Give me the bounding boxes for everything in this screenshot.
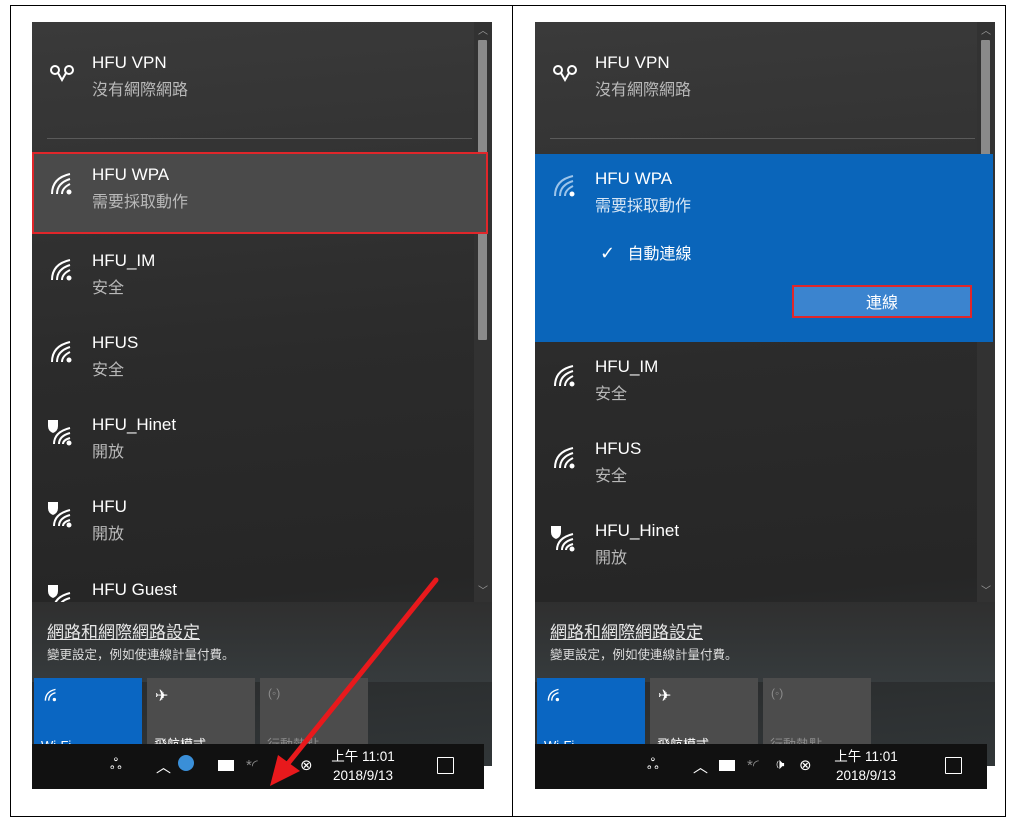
network-item-hfu[interactable]: HFU 開放 bbox=[32, 484, 472, 564]
volume-icon[interactable]: 🕩 bbox=[775, 756, 784, 773]
network-settings-link[interactable]: 網路和網際網路設定 bbox=[550, 618, 703, 643]
scroll-up-arrow-icon[interactable]: ︿ bbox=[977, 24, 995, 40]
network-item-vpn[interactable]: HFU VPN 沒有網際網路 bbox=[32, 40, 472, 120]
time: 上午 11:01 bbox=[331, 749, 395, 764]
hotspot-icon: (◦) bbox=[771, 686, 784, 700]
wifi-icon bbox=[547, 688, 560, 702]
wifi-shield-icon bbox=[48, 420, 72, 446]
network-name: HFU bbox=[92, 497, 127, 516]
network-item-hfu-wpa-expanded[interactable]: HFU WPA 需要採取動作 ✓ 自動連線 連線 bbox=[535, 154, 993, 342]
network-item-hfu-hinet[interactable]: HFU_Hinet 開放 bbox=[535, 508, 975, 588]
network-status: 安全 bbox=[595, 386, 628, 403]
action-center-icon[interactable] bbox=[437, 757, 454, 774]
network-name: HFUS bbox=[595, 439, 642, 458]
time: 上午 11:01 bbox=[834, 749, 898, 764]
checkmark-icon: ✓ bbox=[600, 243, 616, 263]
airplane-icon: ✈ bbox=[155, 688, 169, 705]
network-status: 沒有網際網路 bbox=[595, 82, 692, 99]
wifi-shield-icon bbox=[48, 502, 72, 528]
battery-icon[interactable] bbox=[218, 760, 234, 771]
vpn-icon bbox=[553, 65, 577, 83]
wifi-icon bbox=[554, 365, 575, 387]
clock[interactable]: 上午 11:01 2018/9/13 bbox=[825, 747, 907, 785]
network-name: HFU_Hinet bbox=[92, 415, 177, 434]
error-icon[interactable]: ⊗ bbox=[300, 756, 313, 774]
highlight-box bbox=[32, 152, 488, 234]
network-item-hfu-im[interactable]: HFU_IM 安全 bbox=[535, 344, 975, 424]
network-flyout-left: ︿ ﹀ HFU VPN 沒有網際網路 HFU WPA 需要採取動作 HFU_IM… bbox=[32, 22, 492, 766]
network-name: HFU_Hinet bbox=[595, 521, 680, 540]
scroll-down-arrow-icon[interactable]: ﹀ bbox=[977, 584, 995, 600]
action-center-icon[interactable] bbox=[945, 757, 962, 774]
network-name: HFUS bbox=[92, 333, 139, 352]
wifi-icon bbox=[554, 447, 575, 469]
network-name: HFU WPA bbox=[595, 169, 673, 188]
battery-icon[interactable] bbox=[719, 760, 735, 771]
wifi-icon bbox=[554, 175, 575, 197]
clock[interactable]: 上午 11:01 2018/9/13 bbox=[322, 747, 404, 785]
date: 2018/9/13 bbox=[332, 768, 394, 783]
error-icon[interactable]: ⊗ bbox=[799, 756, 812, 774]
network-item-hfu-im[interactable]: HFU_IM 安全 bbox=[32, 238, 472, 318]
connect-button[interactable]: 連線 bbox=[792, 285, 972, 318]
vpn-icon bbox=[50, 65, 74, 83]
network-name: HFU_IM bbox=[92, 251, 156, 270]
airplane-icon: ✈ bbox=[658, 688, 672, 705]
network-settings-description: 變更設定，例如使連線計量付費。 bbox=[47, 648, 235, 662]
scrollbar[interactable]: ︿ ﹀ bbox=[474, 22, 492, 602]
scroll-down-arrow-icon[interactable]: ﹀ bbox=[474, 584, 492, 600]
network-status: 沒有網際網路 bbox=[92, 82, 189, 99]
network-status: 開放 bbox=[595, 550, 628, 567]
network-status: 開放 bbox=[92, 444, 125, 461]
taskbar-left: ஃ ︿ *◜ 🕩 ⊗ 上午 11:01 2018/9/13 bbox=[32, 744, 484, 789]
taskbar-right: ஃ ︿ *◜ 🕩 ⊗ 上午 11:01 2018/9/13 bbox=[535, 744, 987, 789]
network-settings-description: 變更設定，例如使連線計量付費。 bbox=[550, 648, 738, 662]
people-icon[interactable]: ஃ bbox=[110, 756, 122, 775]
app-tray-icon[interactable] bbox=[178, 755, 194, 771]
show-hidden-icons-chevron-icon[interactable]: ︿ bbox=[693, 756, 708, 777]
wifi-tray-icon[interactable]: *◜ bbox=[246, 756, 258, 774]
auto-connect-checkbox[interactable]: ✓ 自動連線 bbox=[600, 240, 692, 264]
divider bbox=[550, 138, 975, 139]
network-status: 開放 bbox=[92, 526, 125, 543]
wifi-icon bbox=[51, 341, 72, 363]
hotspot-icon: (◦) bbox=[268, 686, 281, 700]
network-status: 安全 bbox=[92, 362, 125, 379]
wifi-shield-icon bbox=[551, 526, 575, 552]
network-name: HFU VPN bbox=[92, 53, 167, 72]
people-icon[interactable]: ஃ bbox=[647, 756, 659, 775]
show-hidden-icons-chevron-icon[interactable]: ︿ bbox=[156, 756, 171, 777]
wifi-icon bbox=[44, 688, 57, 702]
network-flyout-right: ︿ ﹀ HFU VPN 沒有網際網路 HFU WPA 需要採取動作 ✓ 自動連線… bbox=[535, 22, 995, 766]
network-status: 需要採取動作 bbox=[595, 198, 692, 215]
network-item-hfus[interactable]: HFUS 安全 bbox=[535, 426, 975, 506]
network-status: 安全 bbox=[595, 468, 628, 485]
network-name: HFU VPN bbox=[595, 53, 670, 72]
scroll-up-arrow-icon[interactable]: ︿ bbox=[474, 24, 492, 40]
wifi-icon bbox=[51, 259, 72, 281]
volume-icon[interactable]: 🕩 bbox=[276, 756, 285, 773]
auto-connect-label: 自動連線 bbox=[627, 246, 692, 263]
network-item-hfu-hinet[interactable]: HFU_Hinet 開放 bbox=[32, 402, 472, 482]
network-name: HFU Guest bbox=[92, 580, 178, 599]
network-status: 安全 bbox=[92, 280, 125, 297]
network-item-hfus[interactable]: HFUS 安全 bbox=[32, 320, 472, 400]
network-settings-link[interactable]: 網路和網際網路設定 bbox=[47, 618, 200, 643]
network-name: HFU_IM bbox=[595, 357, 659, 376]
wifi-tray-icon[interactable]: *◜ bbox=[747, 756, 759, 774]
divider bbox=[47, 138, 472, 139]
network-item-vpn[interactable]: HFU VPN 沒有網際網路 bbox=[535, 40, 975, 120]
date: 2018/9/13 bbox=[835, 768, 897, 783]
